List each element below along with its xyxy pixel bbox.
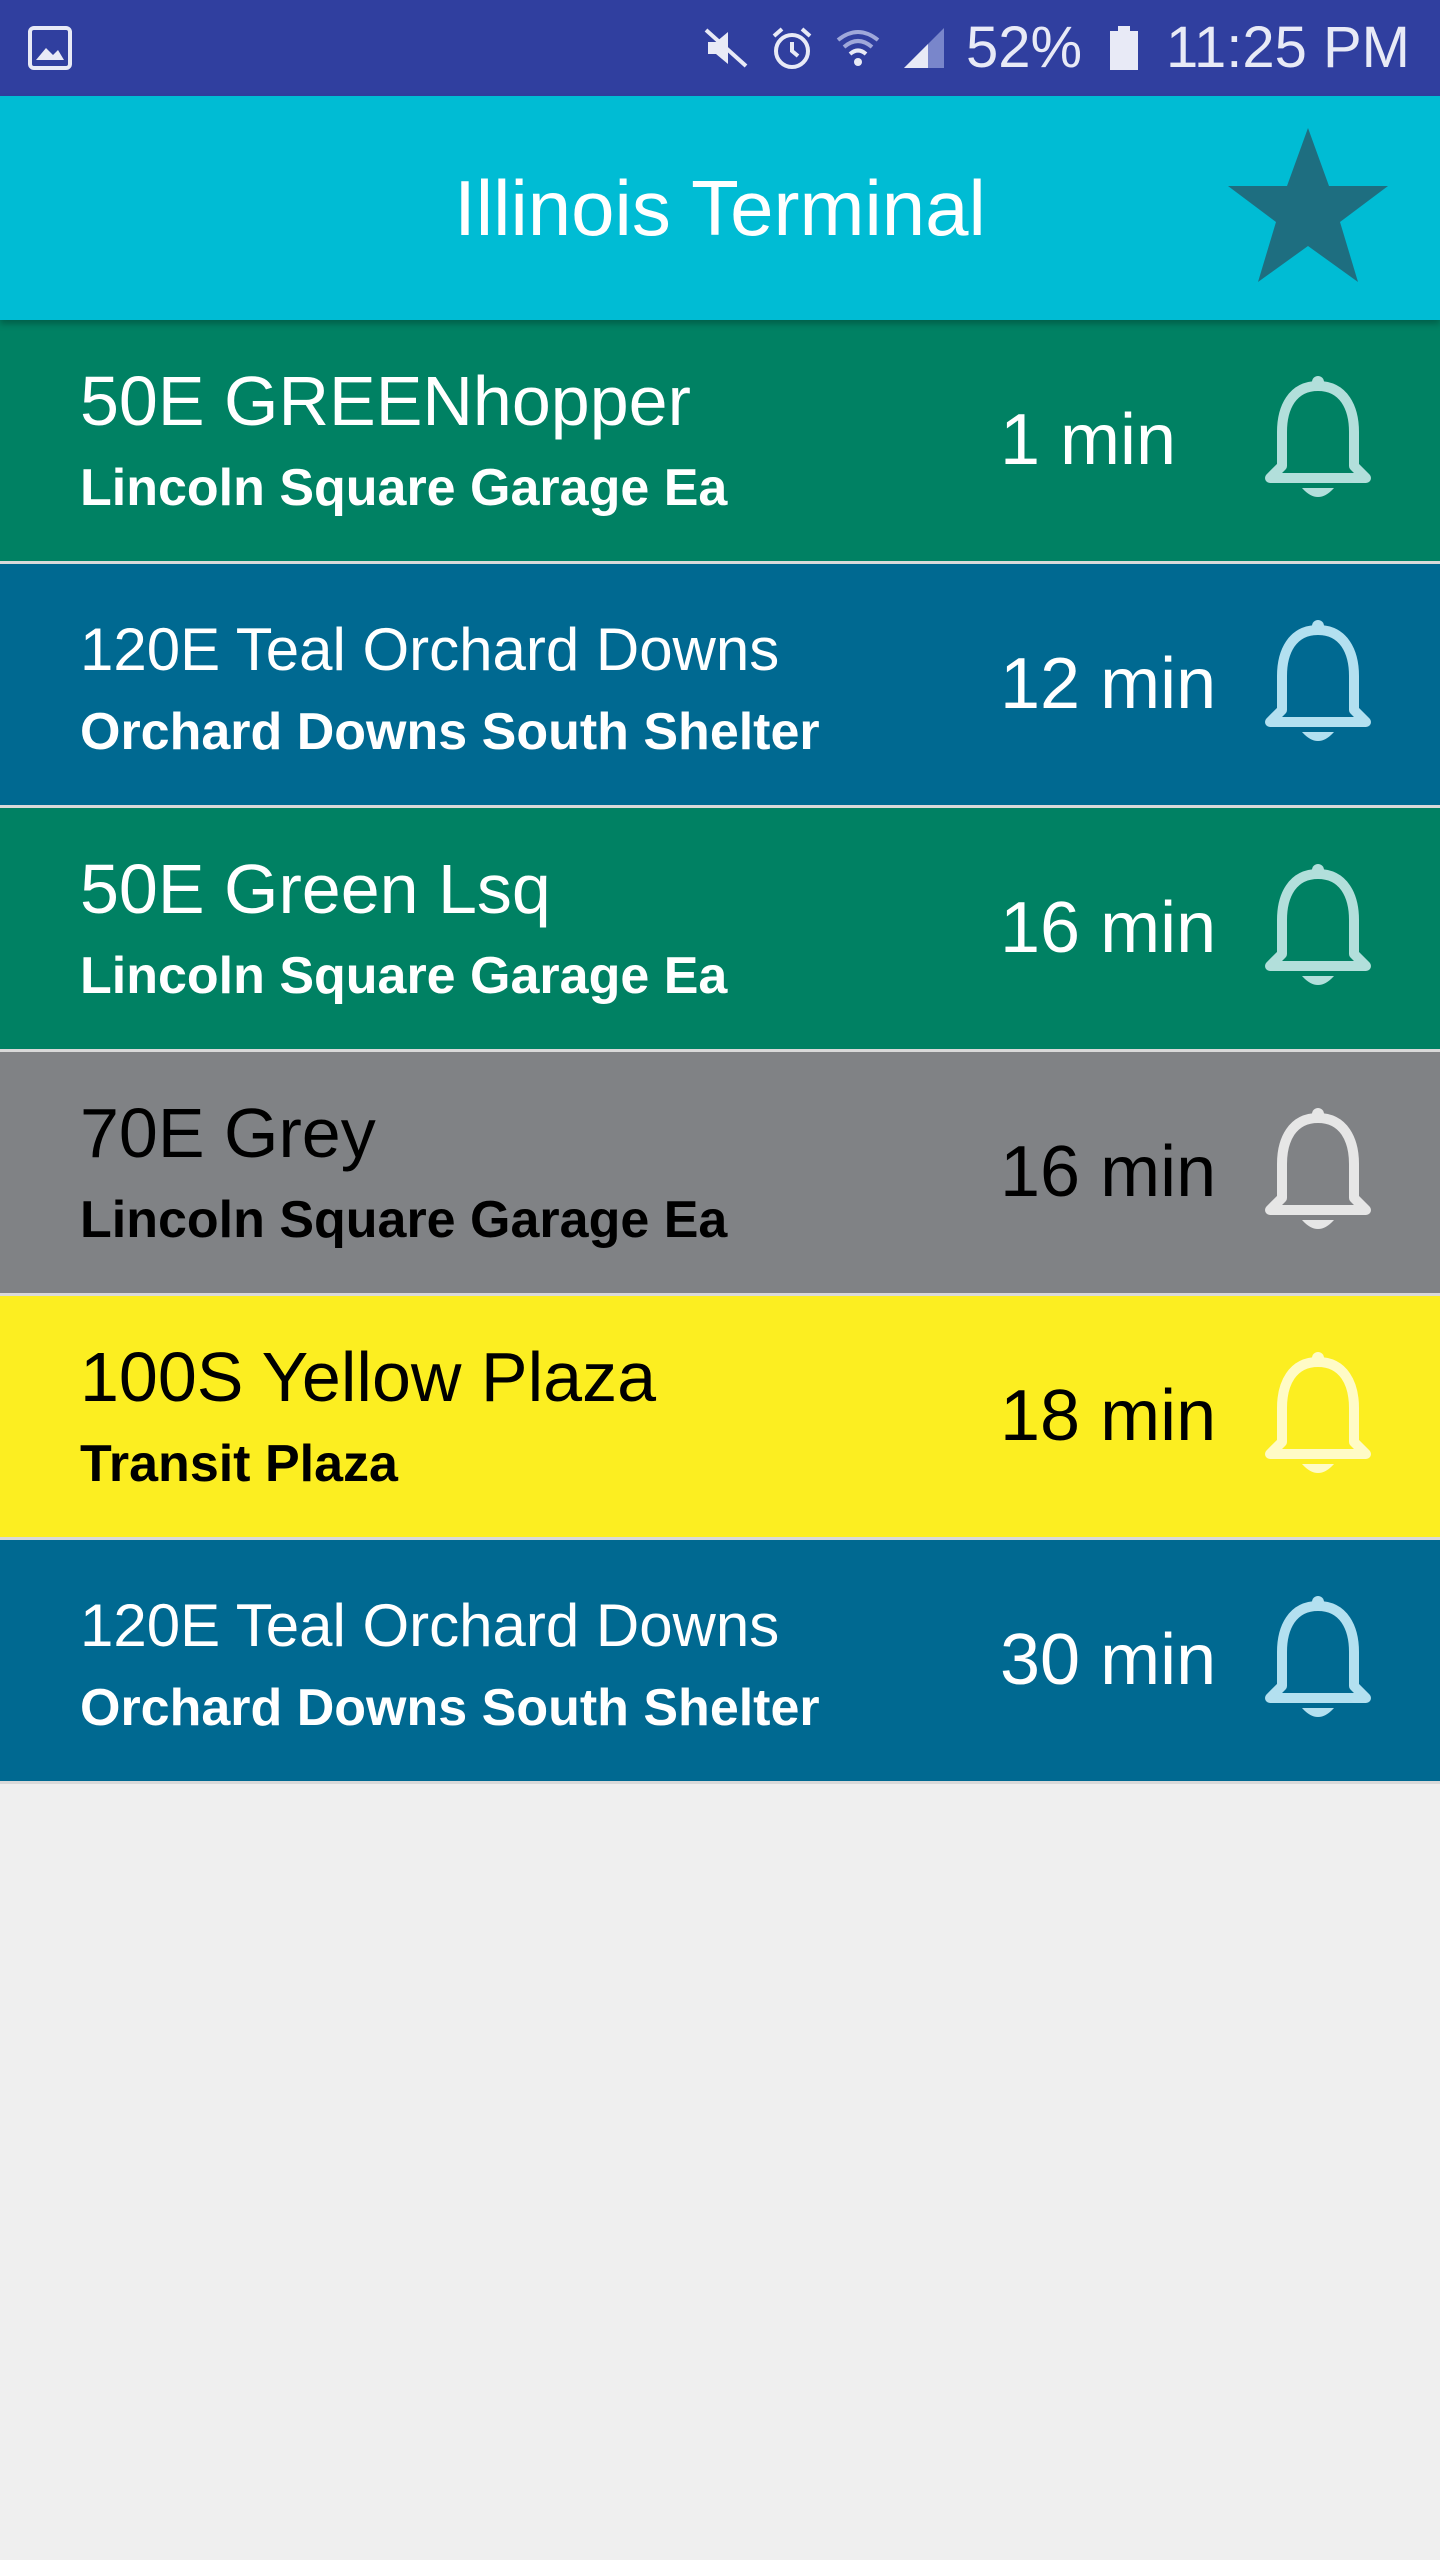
bell-icon	[1265, 864, 1371, 985]
departure-row[interactable]: 70E Grey Lincoln Square Garage Ea 16 min	[0, 1052, 1440, 1296]
route-name: 120E Teal Orchard Downs	[80, 616, 780, 683]
arrival-time: 16 min	[1000, 888, 1217, 968]
clock: 11:25 PM	[1166, 15, 1410, 80]
battery-icon	[1100, 24, 1148, 72]
bell-icon	[1265, 620, 1371, 741]
route-name: 120E Teal Orchard Downs	[80, 1592, 780, 1659]
departure-row[interactable]: 100S Yellow Plaza Transit Plaza 18 min	[0, 1296, 1440, 1540]
notify-button[interactable]	[1262, 1594, 1374, 1730]
departure-row[interactable]: 120E Teal Orchard Downs Orchard Downs Sou…	[0, 1540, 1440, 1784]
alarm-icon	[768, 24, 816, 72]
stop-name: Lincoln Square Garage Ea	[80, 947, 728, 1005]
arrival-time: 18 min	[1000, 1376, 1217, 1456]
departure-row[interactable]: 120E Teal Orchard Downs Orchard Downs Sou…	[0, 564, 1440, 808]
notify-button[interactable]	[1262, 1106, 1374, 1242]
status-bar: 52% 11:25 PM	[0, 0, 1440, 96]
departure-row[interactable]: 50E Green Lsq Lincoln Square Garage Ea 16 …	[0, 808, 1440, 1052]
bell-icon	[1265, 1596, 1371, 1717]
notify-button[interactable]	[1262, 618, 1374, 754]
wifi-icon	[834, 24, 882, 72]
notify-button[interactable]	[1262, 374, 1374, 510]
mute-icon	[702, 24, 750, 72]
stop-name: Orchard Downs South Shelter	[80, 1679, 820, 1737]
gallery-notification-icon	[26, 24, 74, 72]
signal-icon	[900, 24, 948, 72]
arrival-time: 1 min	[1000, 400, 1177, 480]
bell-icon	[1265, 1352, 1371, 1473]
app-bar: Illinois Terminal	[0, 96, 1440, 320]
departure-list: 50E GREENhopper Lincoln Square Garage Ea 1…	[0, 320, 1440, 1784]
bell-icon	[1265, 1108, 1371, 1229]
arrival-time: 12 min	[1000, 644, 1217, 724]
route-name: 50E Green Lsq	[80, 850, 551, 928]
arrival-time: 30 min	[1000, 1620, 1217, 1700]
favorite-button[interactable]	[1226, 126, 1390, 286]
notify-button[interactable]	[1262, 1350, 1374, 1486]
stop-name: Transit Plaza	[80, 1435, 398, 1493]
notify-button[interactable]	[1262, 862, 1374, 998]
arrival-time: 16 min	[1000, 1132, 1217, 1212]
stop-name: Lincoln Square Garage Ea	[80, 459, 728, 517]
stop-name: Orchard Downs South Shelter	[80, 703, 820, 761]
route-name: 100S Yellow Plaza	[80, 1338, 656, 1416]
stop-name: Lincoln Square Garage Ea	[80, 1191, 728, 1249]
star-icon	[1228, 128, 1388, 282]
page-title: Illinois Terminal	[454, 163, 986, 252]
route-name: 70E Grey	[80, 1094, 376, 1172]
route-name: 50E GREENhopper	[80, 362, 691, 440]
battery-percentage: 52%	[965, 15, 1083, 80]
departure-row[interactable]: 50E GREENhopper Lincoln Square Garage Ea 1…	[0, 320, 1440, 564]
bell-icon	[1265, 376, 1371, 497]
